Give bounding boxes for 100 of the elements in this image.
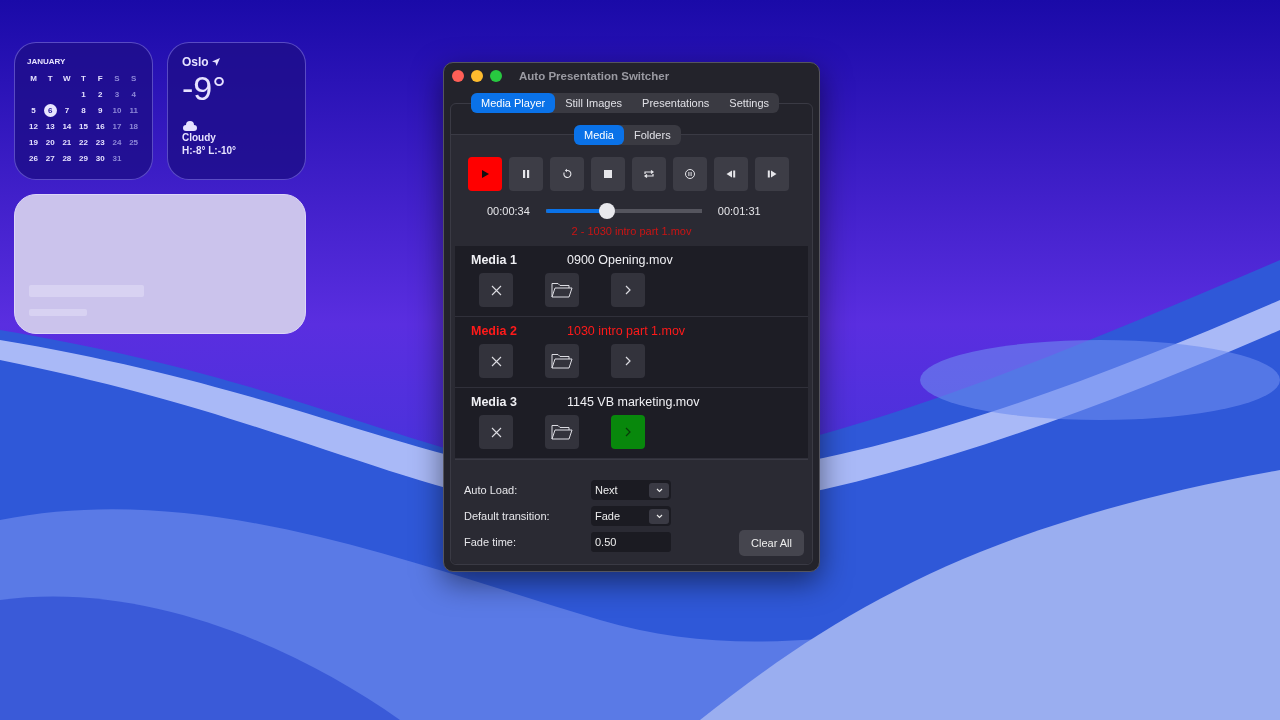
chevron-right-icon [625, 427, 631, 437]
step-forward-icon [766, 168, 778, 180]
tab[interactable]: Media Player [471, 93, 556, 113]
remove-button[interactable] [479, 273, 513, 307]
cloud-icon [182, 121, 198, 131]
location-arrow-icon [211, 58, 220, 66]
tab[interactable]: Settings [719, 93, 780, 113]
loop-button[interactable] [632, 157, 666, 191]
step-back-icon [725, 168, 737, 180]
calendar-day: 3 [110, 88, 124, 101]
folder-icon [551, 424, 573, 440]
tab[interactable]: Still Images [555, 93, 633, 113]
weekday-label: T [46, 73, 54, 85]
pause-circle-icon [684, 168, 696, 180]
elapsed-time: 00:00:34 [487, 205, 530, 217]
calendar-day: 31 [110, 152, 124, 165]
hold-button[interactable] [673, 157, 707, 191]
loop-icon [643, 168, 655, 180]
calendar-day: 20 [43, 136, 57, 149]
setting-label: Auto Load: [464, 484, 519, 496]
calendar-day: 30 [93, 152, 107, 165]
calendar-day: 15 [77, 120, 91, 133]
weekday-label: W [62, 73, 72, 85]
close-icon [490, 284, 502, 296]
fade-time-field[interactable]: 0.50 [591, 532, 671, 552]
weekday-label: M [29, 73, 38, 85]
calendar-day: 12 [27, 120, 40, 133]
tab[interactable]: Presentations [632, 93, 720, 113]
pause-button[interactable] [509, 157, 543, 191]
weather-condition: Cloudy [182, 131, 217, 144]
tab[interactable]: Media [574, 125, 624, 145]
tab[interactable]: Folders [623, 125, 681, 145]
open-folder-button[interactable] [545, 344, 579, 378]
remove-button[interactable] [479, 344, 513, 378]
close-icon [490, 426, 502, 438]
calendar-day: 26 [27, 152, 40, 165]
now-playing: 2 - 1030 intro part 1.mov [570, 225, 693, 237]
media-label: Media 1 [471, 253, 518, 267]
dropdown[interactable]: Fade [591, 506, 671, 526]
setting-label: Fade time: [464, 536, 517, 548]
calendar-day: 23 [93, 136, 107, 149]
weekday-label: S [129, 73, 138, 85]
slider-thumb[interactable] [598, 203, 615, 219]
calendar-day: 1 [77, 88, 91, 101]
calendar-day: 22 [77, 136, 91, 149]
minimize-button[interactable] [471, 70, 483, 82]
window-title: Auto Presentation Switcher [519, 70, 670, 82]
setting-label: Default transition: [464, 510, 551, 522]
media-filename: 1030 intro part 1.mov [567, 324, 686, 338]
play-icon [479, 168, 491, 180]
pause-icon [520, 168, 532, 180]
media-filename: 0900 Opening.mov [567, 253, 673, 267]
weekday-label: F [96, 73, 104, 85]
dropdown[interactable]: Next [591, 480, 671, 500]
calendar-day: 4 [127, 88, 141, 101]
calendar-day: 10 [110, 104, 124, 117]
clear-all-button[interactable]: Clear All [739, 530, 804, 556]
previous-button[interactable] [714, 157, 748, 191]
weekday-label: T [80, 73, 87, 85]
calendar-day: 27 [43, 152, 57, 165]
remove-button[interactable] [479, 415, 513, 449]
temperature: -9° [182, 69, 227, 107]
chevron-right-icon [625, 285, 631, 295]
calendar-day: 21 [60, 136, 74, 149]
calendar-day: 5 [27, 104, 40, 117]
total-time: 00:01:31 [717, 205, 761, 217]
calendar-day: 9 [93, 104, 107, 117]
calendar-day: 13 [43, 120, 57, 133]
calendar-day: 6 [43, 104, 57, 117]
media-label: Media 2 [471, 324, 518, 338]
restart-button[interactable] [550, 157, 584, 191]
next-button[interactable] [755, 157, 789, 191]
calendar-day: 14 [60, 120, 74, 133]
weekday-label: S [113, 73, 121, 85]
close-button[interactable] [452, 70, 464, 82]
media-label: Media 3 [471, 395, 518, 409]
chevron-right-icon [625, 356, 631, 366]
calendar-day: 16 [93, 120, 107, 133]
temperature-range: H:-8° L:-10° [182, 144, 238, 157]
open-folder-button[interactable] [545, 415, 579, 449]
folder-icon [551, 282, 573, 298]
open-folder-button[interactable] [545, 273, 579, 307]
calendar-day: 17 [110, 120, 124, 133]
stop-icon [602, 168, 614, 180]
restart-icon [561, 168, 573, 180]
calendar-day: 24 [110, 136, 124, 149]
chevron-down-icon [655, 487, 663, 493]
folder-icon [551, 353, 573, 369]
calendar-day: 25 [127, 136, 141, 149]
zoom-button[interactable] [490, 70, 502, 82]
calendar-day: 19 [27, 136, 40, 149]
calendar-month: JANUARY [27, 57, 67, 66]
stop-button[interactable] [591, 157, 625, 191]
calendar-day: 28 [60, 152, 74, 165]
media-filename: 1145 VB marketing.mov [567, 395, 700, 409]
calendar-day: 7 [60, 104, 74, 117]
calendar-day: 18 [127, 120, 141, 133]
play-button[interactable] [468, 157, 502, 191]
calendar-day: 29 [77, 152, 91, 165]
calendar-day: 2 [93, 88, 107, 101]
